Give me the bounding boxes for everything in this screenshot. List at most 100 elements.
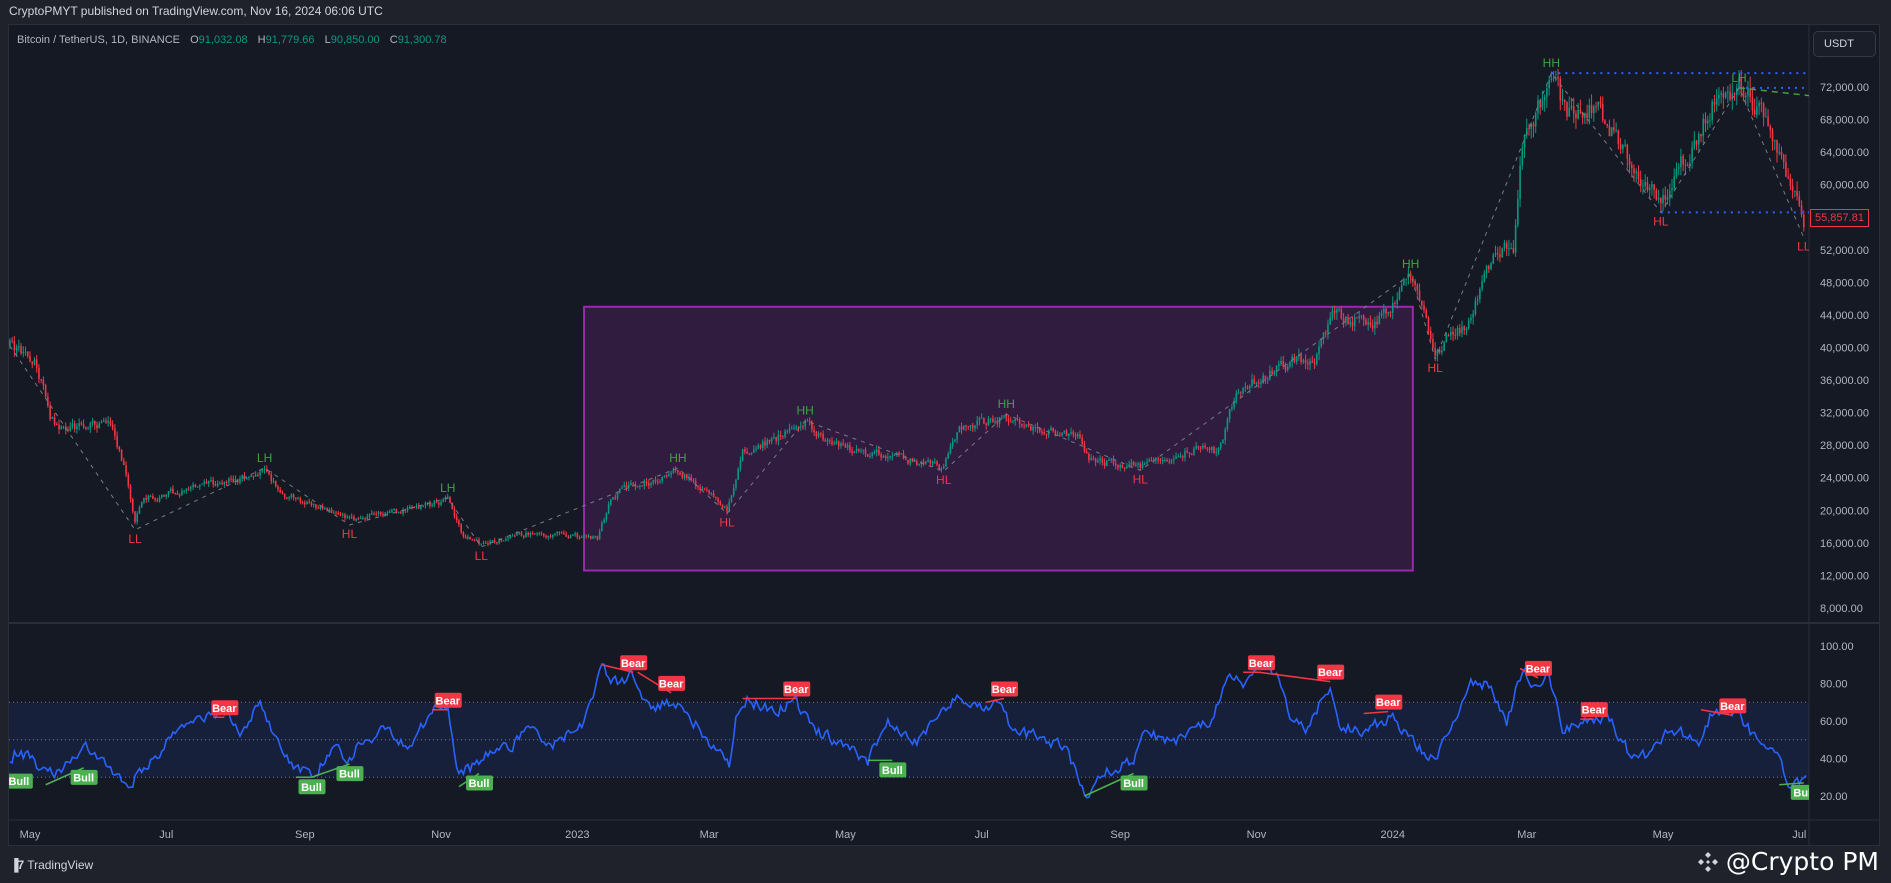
candle [1695,139,1698,151]
candle [1639,170,1642,193]
candle [422,505,424,508]
candle-body [786,430,789,432]
candle-body [1550,78,1553,81]
candle-body [1170,460,1173,463]
candle-body [1508,248,1510,250]
highlight-box[interactable] [583,305,1414,572]
candle [270,471,273,485]
candle-body [1514,224,1517,253]
candle [612,496,614,500]
candle-body [1043,431,1046,435]
candle [100,419,103,424]
candle-body [51,417,54,419]
candle-body [205,481,208,484]
candle-body [1005,415,1008,419]
candle-body [140,502,143,508]
price-axis[interactable]: 72,000.0068,000.0064,000.0060,000.0056,0… [1820,82,1869,615]
rsi-axis[interactable]: 100.00 80.00 60.00 40.00 20.00 [1820,641,1854,803]
candle-body [1235,392,1238,401]
candle-body [1760,102,1763,104]
candle-body [954,439,956,443]
candle-body [1099,458,1101,461]
candle-body [1365,319,1367,325]
candle [574,531,576,537]
candle-body [603,519,605,523]
candle [89,421,92,434]
candle [1572,97,1575,124]
candle-body [1244,386,1247,388]
candle-body [1599,101,1602,105]
candle-body [1242,387,1244,394]
candle-body [210,480,212,482]
candle-body [1284,366,1287,371]
pivot-label: HL [342,527,358,541]
candle-body [1780,151,1783,156]
candle-body [1642,185,1644,187]
candle [471,538,474,541]
candle-body [1398,290,1401,300]
bull-divergence-label: Bull [70,769,98,785]
divergence-label-text: Bear [621,658,646,670]
candle-body [136,513,139,522]
candle-body [1307,362,1309,365]
candle [107,416,109,427]
chart-canvas[interactable]: LL LH HL LH LL HH HL HH HL HH HL HH HL HH HL LH LL 72,00… [0,0,1891,883]
candle-body [864,449,867,455]
candle-body [1150,459,1153,462]
candle [341,512,344,518]
candle-body [543,533,545,536]
candle-body [500,539,503,541]
candle-body [1680,156,1682,168]
candle [53,413,56,427]
candle [386,510,389,517]
candle [82,419,85,430]
candle [1418,283,1421,302]
candle-body [1271,370,1273,375]
candle-body [1546,87,1548,98]
pivot-label: LL [128,532,142,546]
candle-body [862,449,865,451]
candle-body [1014,418,1016,422]
candle-body [873,452,876,454]
candle-body [547,535,550,538]
candle-body [228,478,230,483]
candle-body [1682,156,1684,165]
bear-divergence-label: Bear [1375,694,1403,710]
candle [35,355,38,373]
candle [163,494,165,497]
candle-body [379,512,382,515]
time-axis[interactable]: May Jul Sep Nov 2023 Mar May Jul Sep Nov 2024 Mar Ma… [20,829,1807,841]
candle [306,500,308,505]
candle-body [1311,360,1314,363]
candle-body [1483,273,1486,282]
trendline[interactable] [1738,87,1819,97]
candle-body [1552,77,1555,79]
candle-body [1624,144,1626,146]
candle-body [569,535,572,538]
candle [1470,314,1472,324]
candle [1490,261,1492,271]
candle-body [362,518,364,520]
candle-body [127,474,130,487]
candle [1461,320,1463,338]
candle [741,448,744,462]
currency-button[interactable]: USDT [1813,31,1876,57]
candle [248,476,250,481]
rsi-pane: Bull Bull Bear Bull Bull Bear Bull Bear Bear Bear… [9,655,1809,800]
candle-body [1387,311,1390,314]
candle-body [1470,317,1472,321]
candle-body [855,449,858,452]
candle-body [929,460,932,464]
candle-body [963,425,965,430]
candle-body [1584,113,1586,118]
candle [1668,183,1671,207]
candle-body [971,425,974,429]
candle-body [1360,315,1363,317]
candle-body [817,433,820,437]
candle [489,539,492,545]
candle-body [1800,205,1803,215]
candle-body [790,428,793,430]
candle [11,336,13,344]
candle [1626,143,1629,169]
candle-body [1499,254,1501,258]
